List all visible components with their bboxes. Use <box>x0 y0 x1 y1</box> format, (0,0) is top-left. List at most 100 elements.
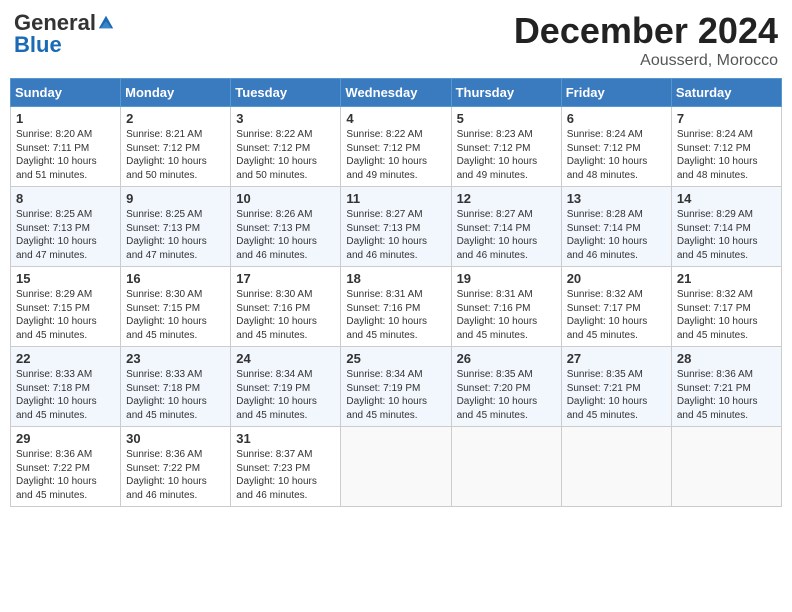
day-info: Sunrise: 8:31 AM Sunset: 7:16 PM Dayligh… <box>346 288 445 342</box>
table-row: 1 Sunrise: 8:20 AM Sunset: 7:11 PM Dayli… <box>11 107 121 187</box>
day-number: 24 <box>236 351 335 366</box>
day-info: Sunrise: 8:36 AM Sunset: 7:21 PM Dayligh… <box>677 368 776 422</box>
day-number: 16 <box>126 271 225 286</box>
table-row: 24 Sunrise: 8:34 AM Sunset: 7:19 PM Dayl… <box>231 347 341 427</box>
day-info: Sunrise: 8:33 AM Sunset: 7:18 PM Dayligh… <box>126 368 225 422</box>
logo: General Blue <box>14 10 115 58</box>
day-number: 25 <box>346 351 445 366</box>
day-info: Sunrise: 8:34 AM Sunset: 7:19 PM Dayligh… <box>236 368 335 422</box>
day-info: Sunrise: 8:37 AM Sunset: 7:23 PM Dayligh… <box>236 448 335 502</box>
table-row <box>341 427 451 507</box>
table-row: 27 Sunrise: 8:35 AM Sunset: 7:21 PM Dayl… <box>561 347 671 427</box>
day-info: Sunrise: 8:25 AM Sunset: 7:13 PM Dayligh… <box>16 208 115 262</box>
day-info: Sunrise: 8:33 AM Sunset: 7:18 PM Dayligh… <box>16 368 115 422</box>
day-number: 29 <box>16 431 115 446</box>
day-info: Sunrise: 8:27 AM Sunset: 7:14 PM Dayligh… <box>457 208 556 262</box>
title-section: December 2024 Aousserd, Morocco <box>514 10 778 70</box>
table-row: 16 Sunrise: 8:30 AM Sunset: 7:15 PM Dayl… <box>121 267 231 347</box>
day-number: 18 <box>346 271 445 286</box>
day-number: 1 <box>16 111 115 126</box>
calendar-week-row: 1 Sunrise: 8:20 AM Sunset: 7:11 PM Dayli… <box>11 107 782 187</box>
day-number: 6 <box>567 111 666 126</box>
col-friday: Friday <box>561 79 671 107</box>
col-monday: Monday <box>121 79 231 107</box>
calendar-week-row: 8 Sunrise: 8:25 AM Sunset: 7:13 PM Dayli… <box>11 187 782 267</box>
table-row: 12 Sunrise: 8:27 AM Sunset: 7:14 PM Dayl… <box>451 187 561 267</box>
table-row: 2 Sunrise: 8:21 AM Sunset: 7:12 PM Dayli… <box>121 107 231 187</box>
logo-blue-text: Blue <box>14 32 62 57</box>
day-number: 15 <box>16 271 115 286</box>
table-row: 5 Sunrise: 8:23 AM Sunset: 7:12 PM Dayli… <box>451 107 561 187</box>
day-info: Sunrise: 8:24 AM Sunset: 7:12 PM Dayligh… <box>567 128 666 182</box>
day-number: 3 <box>236 111 335 126</box>
calendar-header-row: Sunday Monday Tuesday Wednesday Thursday… <box>11 79 782 107</box>
table-row: 8 Sunrise: 8:25 AM Sunset: 7:13 PM Dayli… <box>11 187 121 267</box>
day-number: 8 <box>16 191 115 206</box>
day-number: 7 <box>677 111 776 126</box>
table-row: 23 Sunrise: 8:33 AM Sunset: 7:18 PM Dayl… <box>121 347 231 427</box>
table-row: 9 Sunrise: 8:25 AM Sunset: 7:13 PM Dayli… <box>121 187 231 267</box>
table-row: 4 Sunrise: 8:22 AM Sunset: 7:12 PM Dayli… <box>341 107 451 187</box>
table-row: 11 Sunrise: 8:27 AM Sunset: 7:13 PM Dayl… <box>341 187 451 267</box>
table-row: 31 Sunrise: 8:37 AM Sunset: 7:23 PM Dayl… <box>231 427 341 507</box>
day-info: Sunrise: 8:36 AM Sunset: 7:22 PM Dayligh… <box>126 448 225 502</box>
table-row: 13 Sunrise: 8:28 AM Sunset: 7:14 PM Dayl… <box>561 187 671 267</box>
col-wednesday: Wednesday <box>341 79 451 107</box>
table-row: 30 Sunrise: 8:36 AM Sunset: 7:22 PM Dayl… <box>121 427 231 507</box>
day-info: Sunrise: 8:26 AM Sunset: 7:13 PM Dayligh… <box>236 208 335 262</box>
day-info: Sunrise: 8:20 AM Sunset: 7:11 PM Dayligh… <box>16 128 115 182</box>
day-info: Sunrise: 8:23 AM Sunset: 7:12 PM Dayligh… <box>457 128 556 182</box>
table-row: 3 Sunrise: 8:22 AM Sunset: 7:12 PM Dayli… <box>231 107 341 187</box>
day-info: Sunrise: 8:21 AM Sunset: 7:12 PM Dayligh… <box>126 128 225 182</box>
day-number: 19 <box>457 271 556 286</box>
calendar-week-row: 15 Sunrise: 8:29 AM Sunset: 7:15 PM Dayl… <box>11 267 782 347</box>
table-row: 6 Sunrise: 8:24 AM Sunset: 7:12 PM Dayli… <box>561 107 671 187</box>
day-number: 12 <box>457 191 556 206</box>
day-info: Sunrise: 8:35 AM Sunset: 7:21 PM Dayligh… <box>567 368 666 422</box>
day-info: Sunrise: 8:32 AM Sunset: 7:17 PM Dayligh… <box>677 288 776 342</box>
calendar-week-row: 22 Sunrise: 8:33 AM Sunset: 7:18 PM Dayl… <box>11 347 782 427</box>
day-info: Sunrise: 8:24 AM Sunset: 7:12 PM Dayligh… <box>677 128 776 182</box>
table-row: 18 Sunrise: 8:31 AM Sunset: 7:16 PM Dayl… <box>341 267 451 347</box>
day-info: Sunrise: 8:29 AM Sunset: 7:15 PM Dayligh… <box>16 288 115 342</box>
day-number: 20 <box>567 271 666 286</box>
table-row: 19 Sunrise: 8:31 AM Sunset: 7:16 PM Dayl… <box>451 267 561 347</box>
day-info: Sunrise: 8:22 AM Sunset: 7:12 PM Dayligh… <box>346 128 445 182</box>
table-row <box>671 427 781 507</box>
page-header: General Blue December 2024 Aousserd, Mor… <box>10 10 782 70</box>
day-info: Sunrise: 8:32 AM Sunset: 7:17 PM Dayligh… <box>567 288 666 342</box>
col-thursday: Thursday <box>451 79 561 107</box>
table-row: 10 Sunrise: 8:26 AM Sunset: 7:13 PM Dayl… <box>231 187 341 267</box>
table-row: 15 Sunrise: 8:29 AM Sunset: 7:15 PM Dayl… <box>11 267 121 347</box>
table-row <box>561 427 671 507</box>
day-info: Sunrise: 8:22 AM Sunset: 7:12 PM Dayligh… <box>236 128 335 182</box>
location: Aousserd, Morocco <box>514 52 778 70</box>
day-info: Sunrise: 8:29 AM Sunset: 7:14 PM Dayligh… <box>677 208 776 262</box>
day-number: 13 <box>567 191 666 206</box>
day-number: 5 <box>457 111 556 126</box>
col-saturday: Saturday <box>671 79 781 107</box>
day-number: 22 <box>16 351 115 366</box>
day-info: Sunrise: 8:30 AM Sunset: 7:15 PM Dayligh… <box>126 288 225 342</box>
table-row: 20 Sunrise: 8:32 AM Sunset: 7:17 PM Dayl… <box>561 267 671 347</box>
day-info: Sunrise: 8:30 AM Sunset: 7:16 PM Dayligh… <box>236 288 335 342</box>
day-info: Sunrise: 8:36 AM Sunset: 7:22 PM Dayligh… <box>16 448 115 502</box>
day-number: 28 <box>677 351 776 366</box>
table-row: 22 Sunrise: 8:33 AM Sunset: 7:18 PM Dayl… <box>11 347 121 427</box>
table-row: 17 Sunrise: 8:30 AM Sunset: 7:16 PM Dayl… <box>231 267 341 347</box>
table-row: 14 Sunrise: 8:29 AM Sunset: 7:14 PM Dayl… <box>671 187 781 267</box>
calendar-table: Sunday Monday Tuesday Wednesday Thursday… <box>10 78 782 507</box>
day-number: 2 <box>126 111 225 126</box>
month-title: December 2024 <box>514 10 778 52</box>
day-number: 9 <box>126 191 225 206</box>
day-number: 14 <box>677 191 776 206</box>
table-row: 7 Sunrise: 8:24 AM Sunset: 7:12 PM Dayli… <box>671 107 781 187</box>
day-info: Sunrise: 8:31 AM Sunset: 7:16 PM Dayligh… <box>457 288 556 342</box>
day-number: 30 <box>126 431 225 446</box>
calendar-week-row: 29 Sunrise: 8:36 AM Sunset: 7:22 PM Dayl… <box>11 427 782 507</box>
table-row: 25 Sunrise: 8:34 AM Sunset: 7:19 PM Dayl… <box>341 347 451 427</box>
day-number: 23 <box>126 351 225 366</box>
logo-icon <box>97 14 115 32</box>
col-tuesday: Tuesday <box>231 79 341 107</box>
day-number: 4 <box>346 111 445 126</box>
